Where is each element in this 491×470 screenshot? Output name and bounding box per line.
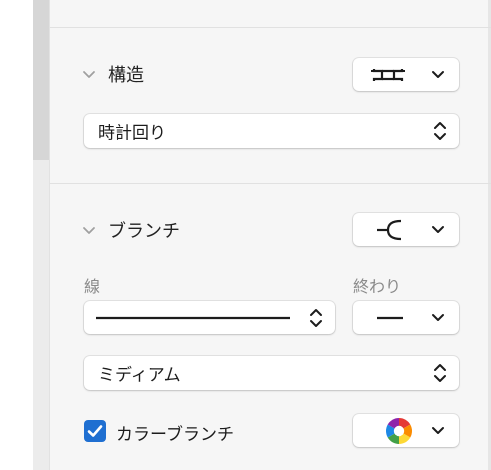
section-divider bbox=[49, 183, 491, 184]
structure-section-header[interactable]: 構造 bbox=[82, 61, 144, 87]
color-branch-checkbox[interactable] bbox=[84, 420, 106, 442]
section-divider bbox=[49, 27, 491, 28]
chevron-down-icon bbox=[432, 225, 444, 233]
up-down-chevron-icon bbox=[434, 122, 446, 140]
thickness-select[interactable]: ミディアム bbox=[84, 356, 459, 390]
color-branch-label: カラーブランチ bbox=[116, 425, 234, 445]
branch-section-header[interactable]: ブランチ bbox=[82, 217, 180, 243]
up-down-chevron-icon bbox=[434, 364, 446, 382]
structure-icon bbox=[371, 68, 405, 81]
end-label: 終わり bbox=[353, 277, 402, 296]
chevron-down-icon[interactable] bbox=[82, 67, 96, 81]
line-label: 線 bbox=[84, 277, 101, 296]
thickness-value: ミディアム bbox=[98, 365, 181, 386]
chevron-down-icon bbox=[432, 313, 444, 321]
checkmark-icon bbox=[87, 425, 103, 437]
up-down-chevron-icon bbox=[310, 308, 322, 327]
branch-title: ブランチ bbox=[108, 221, 180, 242]
chevron-down-icon bbox=[432, 70, 444, 78]
structure-style-popup[interactable] bbox=[353, 58, 459, 91]
chevron-down-icon[interactable] bbox=[82, 223, 96, 237]
structure-title: 構造 bbox=[108, 65, 144, 86]
short-line-icon bbox=[377, 316, 403, 319]
line-style-select[interactable] bbox=[84, 301, 335, 334]
color-wheel-icon bbox=[385, 417, 413, 444]
solid-line-icon bbox=[96, 316, 290, 319]
color-picker-popup[interactable] bbox=[353, 414, 459, 447]
branch-curve-icon bbox=[377, 219, 402, 240]
left-gutter bbox=[0, 0, 33, 470]
branch-style-popup[interactable] bbox=[353, 213, 459, 246]
direction-select[interactable]: 時計回り bbox=[84, 114, 459, 148]
scrollbar-thumb[interactable] bbox=[33, 0, 49, 160]
direction-value: 時計回り bbox=[98, 123, 166, 144]
chevron-down-icon bbox=[432, 426, 444, 434]
line-end-popup[interactable] bbox=[353, 301, 459, 334]
